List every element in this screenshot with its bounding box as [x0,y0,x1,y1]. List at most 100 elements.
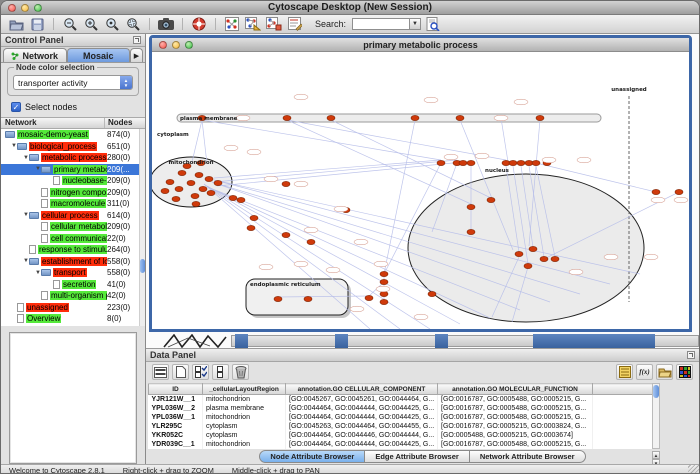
zoom-actual-size-icon[interactable] [103,16,121,32]
open-session-icon[interactable] [7,16,25,32]
network-node [652,189,660,194]
tree-header-nodes[interactable]: Nodes [105,118,145,128]
tab-node-attribute-browser[interactable]: Node Attribute Browser [259,450,365,463]
tree-row[interactable]: ▼establishment of lo558(0) [1,256,145,268]
node-label-tag [494,115,508,121]
search-dropdown-arrow[interactable]: ▼ [410,18,421,30]
table-cell [593,431,655,440]
table-row[interactable]: YPL036W__1mitochondrion[GO:0044464, GO:0… [149,413,655,422]
background-window-border [235,334,248,348]
tree-row[interactable]: ▼primary metabol209(... [1,164,145,176]
status-welcome: Welcome to Cytoscape 2.8.1 [9,466,105,474]
save-session-icon[interactable] [28,16,46,32]
network-overview-icon[interactable] [223,16,241,32]
tree-row-label: establishment of lo [41,257,107,266]
tree-row[interactable]: ▼cellular process614(0) [1,210,145,222]
vizmap-icon[interactable] [265,16,283,32]
table-column-header[interactable]: annotation.GO CELLULAR_COMPONENT [286,384,438,395]
table-cell: YKR052C [149,431,203,440]
tab-edge-attribute-browser[interactable]: Edge Attribute Browser [365,450,469,463]
tree-disclosure-icon[interactable]: ▼ [19,155,29,161]
node-label-tag [236,115,250,121]
table-row[interactable]: YPL036W__2plasma membrane[GO:0044464, GO… [149,404,655,413]
tabs-overflow-arrow[interactable]: ▶ [130,48,143,62]
data-panel-float-icon[interactable] [687,351,695,359]
table-scrollbar-thumb[interactable] [653,385,659,398]
unselect-attributes-icon[interactable] [212,364,229,380]
table-row[interactable]: YKR052Ccytoplasm[GO:0044464, GO:0044446,… [149,431,655,440]
tree-row[interactable]: mosaic-demo-yeast874(0) [1,129,145,141]
table-column-header[interactable] [593,384,655,395]
table-column-header[interactable]: ID [149,384,203,395]
tree-row[interactable]: unassigned223(0) [1,302,145,314]
snapshot-camera-icon[interactable] [157,16,175,32]
tree-row[interactable]: macromolecule311(0) [1,198,145,210]
new-attribute-icon[interactable] [172,364,189,380]
tree-row[interactable]: nucleobase-209(0) [1,175,145,187]
data-panel-toolbar: f(x) [146,362,699,382]
tab-mosaic[interactable]: Mosaic [67,48,131,62]
attribute-list-icon[interactable] [616,364,633,380]
tree-row[interactable]: ▼biological_process651(0) [1,141,145,153]
table-row[interactable]: YJR121W__1mitochondrion[GO:0045267, GO:0… [149,395,655,404]
tree-disclosure-icon[interactable]: ▼ [19,212,29,218]
advanced-search-icon[interactable] [424,16,442,32]
float-panel-icon[interactable] [133,36,141,44]
network-edge [501,118,508,162]
node-label-tag [304,227,318,233]
birds-eye-view[interactable] [9,332,137,464]
tree-row[interactable]: cell communicat22(0) [1,233,145,245]
tab-network[interactable]: Network [3,48,67,62]
tree-row[interactable]: ▼transport558(0) [1,267,145,279]
tree-header-network[interactable]: Network [1,118,105,128]
cytoscape-window: Cytoscape Desktop (New Session) Search: … [0,0,700,474]
tree-row[interactable]: nitrogen compo209(0) [1,187,145,199]
annotation-form-icon[interactable] [286,16,304,32]
table-scrollbar[interactable] [652,383,660,449]
network-node [187,180,195,185]
table-row[interactable]: YLR295Ccytoplasm[GO:0045263, GO:0044464,… [149,422,655,431]
tree-disclosure-icon[interactable]: ▼ [19,258,29,264]
file-icon [41,291,48,300]
tree-row[interactable]: cellular metabol209(0) [1,221,145,233]
select-nodes-checkbox[interactable]: ✓ [11,102,21,112]
node-color-dropdown[interactable]: transporter activity ▲▼ [13,75,133,90]
tree-disclosure-icon[interactable]: ▼ [31,166,41,172]
tree-scrollbar[interactable] [139,129,145,326]
tree-row[interactable]: Overview8(0) [1,313,145,325]
tree-row[interactable]: multi-organism pro42(0) [1,290,145,302]
heatmap-matrix-icon[interactable] [676,364,693,380]
help-lifesaver-icon[interactable] [190,16,208,32]
attribute-grid-icon[interactable] [152,364,169,380]
network-canvas[interactable]: plasma membranecytoplasmmitochondrionnuc… [152,52,689,329]
tree-row[interactable]: ▼metabolic process280(0) [1,152,145,164]
zoom-fit-icon[interactable] [124,16,142,32]
network-node [282,181,290,186]
tab-network-attribute-browser[interactable]: Network Attribute Browser [470,450,586,463]
import-attributes-icon[interactable] [656,364,673,380]
table-cell: mitochondrion [203,413,286,422]
tree-disclosure-icon[interactable]: ▼ [31,270,41,276]
table-cell: [GO:0044464, GO:0044444, GO:0044425, G..… [286,404,438,413]
zoom-in-icon[interactable] [82,16,100,32]
select-attributes-icon[interactable] [192,364,209,380]
tree-scrollbar-thumb[interactable] [140,259,145,273]
label-mitochondrion: mitochondrion [168,160,213,166]
resize-grip[interactable] [688,464,699,474]
graphics-details-icon[interactable] [244,16,262,32]
table-column-header[interactable]: annotation.GO MOLECULAR_FUNCTION [438,384,593,395]
tree-disclosure-icon[interactable]: ▼ [7,143,17,149]
node-label-tag [294,261,308,267]
tree-row[interactable]: secretion41(0) [1,279,145,291]
table-column-header[interactable]: _cellularLayoutRegion [203,384,286,395]
network-window-titlebar[interactable]: primary metabolic process [152,38,689,52]
control-panel-title: Control Panel [5,35,64,45]
function-builder-icon[interactable]: f(x) [636,364,653,380]
tree-row[interactable]: response to stimulu264(0) [1,244,145,256]
search-input[interactable] [352,18,410,30]
delete-attribute-trash-icon[interactable] [232,364,249,380]
zoom-out-icon[interactable] [61,16,79,32]
node-color-selection-group: Node color selection transporter activit… [7,67,139,96]
table-cell: cytoplasm [203,431,286,440]
table-row[interactable]: YDR039C__1mitochondrion[GO:0044464, GO:0… [149,440,655,449]
